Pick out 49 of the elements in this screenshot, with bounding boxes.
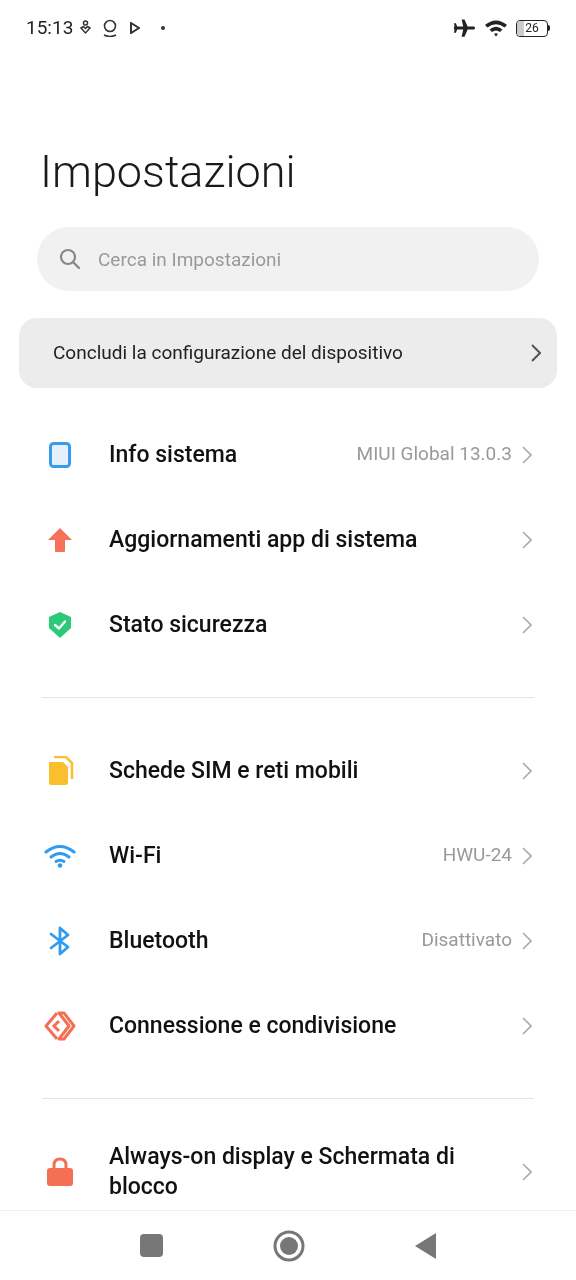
settings-item[interactable]: Aggiornamenti app di sistema xyxy=(0,497,576,582)
tablet-icon xyxy=(48,441,71,468)
dot-icon xyxy=(161,26,166,30)
item-label: Always-on display e Schermata di blocco xyxy=(109,1141,456,1202)
item-label: Aggiornamenti app di sistema xyxy=(109,524,419,555)
item-value: Disattivato xyxy=(421,927,512,954)
chevron-icon xyxy=(522,1162,532,1181)
item-label: Wi-Fi xyxy=(109,840,163,871)
settings-item[interactable]: Connessione e condivisione xyxy=(0,983,576,1068)
recents-button[interactable] xyxy=(139,1234,163,1257)
chevron-icon xyxy=(522,615,532,634)
chevron-icon xyxy=(522,761,532,780)
airplane-icon xyxy=(453,18,476,38)
search-icon xyxy=(59,248,81,270)
wifi-icon xyxy=(484,19,508,37)
chevron-icon xyxy=(522,445,532,464)
setup-banner[interactable]: Concludi la configurazione del dispositivo xyxy=(19,318,557,388)
back-button[interactable] xyxy=(414,1232,437,1259)
settings-item[interactable]: Info sistema MIUI Global 13.0.3 xyxy=(0,412,576,497)
item-value: HWU-24 xyxy=(442,842,512,869)
status-time: 15:13 xyxy=(26,14,74,41)
chevron-icon xyxy=(522,931,532,950)
banner-label: Concludi la configurazione del dispositivo xyxy=(53,339,404,366)
chevron-icon xyxy=(522,1016,532,1035)
chevron-icon xyxy=(522,846,532,865)
settings-item[interactable]: Always-on display e Schermata di blocco xyxy=(0,1129,576,1210)
up-arrow-icon xyxy=(46,526,73,553)
settings-item[interactable]: Stato sicurezza xyxy=(0,582,576,667)
search-field[interactable]: Cerca in Impostazioni xyxy=(37,227,539,291)
wifi-icon xyxy=(43,843,76,868)
battery-icon: 26 xyxy=(516,19,550,37)
connection-icon xyxy=(43,1010,76,1041)
settings-item[interactable]: Bluetooth Disattivato xyxy=(0,898,576,983)
item-label: Schede SIM e reti mobili xyxy=(109,755,360,786)
page-title: Impostazioni xyxy=(40,144,297,200)
chevron-icon xyxy=(531,344,541,362)
item-label: Bluetooth xyxy=(109,925,210,956)
chevron-icon xyxy=(522,530,532,549)
item-label: Connessione e condivisione xyxy=(109,1010,398,1041)
settings-item[interactable]: Wi-Fi HWU-24 xyxy=(0,813,576,898)
settings-item[interactable]: Schede SIM e reti mobili xyxy=(0,728,576,813)
item-value: MIUI Global 13.0.3 xyxy=(356,441,512,468)
lock-icon xyxy=(45,1156,74,1187)
play-icon xyxy=(130,22,141,34)
home-button[interactable] xyxy=(272,1229,305,1262)
item-label: Stato sicurezza xyxy=(109,609,269,640)
item-label: Info sistema xyxy=(109,439,239,470)
bluetooth-icon xyxy=(48,925,71,956)
shield-icon xyxy=(47,610,72,639)
